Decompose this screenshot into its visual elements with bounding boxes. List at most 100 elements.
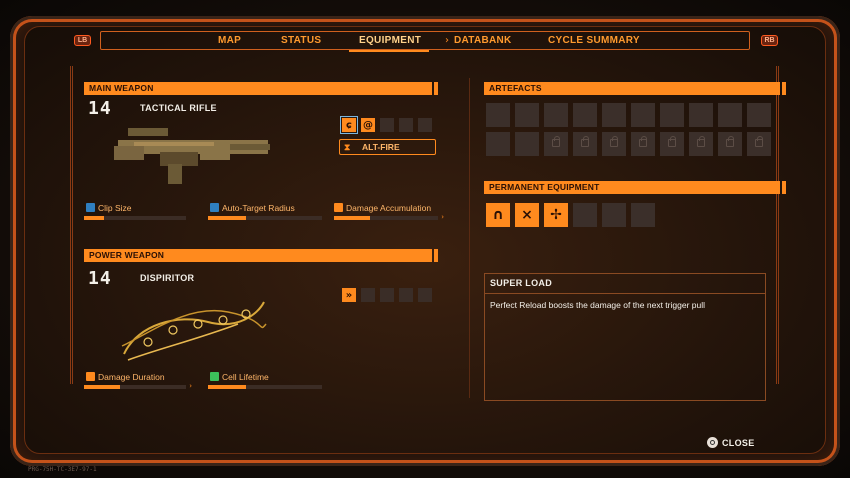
lock-icon (755, 136, 763, 147)
column-divider (469, 78, 470, 398)
auto-target-radius-bar (208, 216, 322, 220)
perm-slot-5[interactable] (602, 203, 626, 227)
lock-icon (610, 136, 618, 147)
lock-icon (552, 136, 560, 147)
artefact-slot[interactable] (486, 103, 510, 127)
close-button[interactable]: CLOSE (707, 437, 755, 448)
top-nav-bar (100, 31, 750, 50)
power-weapon-header: POWER WEAPON (84, 249, 438, 262)
artefact-slot[interactable] (486, 132, 510, 156)
artefact-slot[interactable] (631, 103, 655, 127)
main-mod-slot-3[interactable] (380, 118, 394, 132)
item-description: Perfect Reload boosts the damage of the … (490, 300, 705, 310)
left-rail (70, 66, 73, 384)
perm-slot-6[interactable] (631, 203, 655, 227)
power-mod-slot-1[interactable]: » (342, 288, 356, 302)
power-mod-slot-3[interactable] (380, 288, 394, 302)
footer-code: PRG-75H-TC-3E7-97-1 (28, 466, 97, 473)
trait-label: Cell Lifetime (222, 372, 269, 382)
main-mod-slot-4[interactable] (399, 118, 413, 132)
plus-icon (210, 372, 219, 381)
artefact-slot[interactable] (660, 103, 684, 127)
trait-label: Auto-Target Radius (222, 203, 295, 213)
permanent-equipment-header: PERMANENT EQUIPMENT (484, 181, 786, 194)
right-rail (776, 66, 779, 384)
artefact-slot[interactable] (718, 103, 742, 127)
artefact-slot[interactable] (573, 132, 597, 156)
main-mod-slot-5[interactable] (418, 118, 432, 132)
divider (485, 293, 765, 294)
perm-slot-2[interactable]: ⨯ (515, 203, 539, 227)
trait-cell-lifetime: Cell Lifetime (210, 372, 269, 382)
target-icon (210, 203, 219, 212)
perm-slot-4[interactable] (573, 203, 597, 227)
artefact-slot[interactable] (602, 103, 626, 127)
close-label: CLOSE (722, 438, 755, 448)
tab-map[interactable]: MAP (218, 35, 241, 46)
dispiritor-image (121, 301, 267, 361)
clip-size-bar (84, 216, 186, 220)
power-weapon-level: 14 (88, 268, 112, 289)
main-mod-slot-2[interactable]: @ (361, 118, 375, 132)
tactical-rifle-image (114, 128, 270, 184)
trait-label: Damage Duration (98, 372, 165, 382)
lock-icon (581, 136, 589, 147)
trait-damage-duration: Damage Duration (86, 372, 165, 382)
main-weapon-level: 14 (88, 98, 112, 119)
cell-lifetime-bar (208, 385, 322, 389)
artefact-slot[interactable] (718, 132, 742, 156)
artefact-slot[interactable] (631, 132, 655, 156)
reload-mod-icon: ɕ (346, 119, 352, 131)
artefact-slot[interactable] (689, 132, 713, 156)
artefact-slot[interactable] (573, 103, 597, 127)
main-weapon-header: MAIN WEAPON (84, 82, 438, 95)
star-burst-icon: ✢ (550, 207, 562, 223)
spiral-mod-icon: @ (363, 119, 373, 131)
crossed-arrows-icon: ⨯ (521, 207, 533, 223)
damage-accumulation-bar: › (334, 213, 444, 221)
artefact-slot[interactable] (544, 132, 568, 156)
b-button-icon (707, 437, 718, 448)
power-weapon-name: DISPIRITOR (140, 273, 195, 283)
artefact-slot[interactable] (544, 103, 568, 127)
tab-databank[interactable]: DATABANK (454, 35, 512, 46)
arrow-right-icon: › (441, 213, 444, 221)
alt-fire-badge[interactable]: ⧗ ALT-FIRE (339, 139, 436, 155)
artefact-slot[interactable] (689, 103, 713, 127)
arch-icon: ∩ (492, 207, 504, 223)
item-title: SUPER LOAD (490, 278, 553, 288)
trait-label: Damage Accumulation (346, 203, 432, 213)
artefacts-header: ARTEFACTS (484, 82, 786, 95)
alt-fire-label: ALT-FIRE (362, 142, 400, 152)
lock-icon (668, 136, 676, 147)
tab-cycle-summary[interactable]: CYCLE SUMMARY (548, 35, 640, 46)
artefact-slot[interactable] (602, 132, 626, 156)
artefact-slot[interactable] (660, 132, 684, 156)
tab-status[interactable]: STATUS (281, 35, 321, 46)
main-mod-slot-1[interactable]: ɕ (340, 116, 358, 134)
artefact-slot[interactable] (747, 132, 771, 156)
item-description-panel: SUPER LOAD Perfect Reload boosts the dam… (484, 273, 766, 401)
artefact-slot[interactable] (515, 132, 539, 156)
lb-bumper-icon[interactable]: LB (74, 35, 91, 46)
artefact-slot[interactable] (747, 103, 771, 127)
trait-auto-target-radius: Auto-Target Radius (210, 203, 295, 213)
trait-clip-size: Clip Size (86, 203, 132, 213)
power-mod-slot-2[interactable] (361, 288, 375, 302)
alt-fire-icon: ⧗ (344, 142, 351, 152)
perm-slot-1[interactable]: ∩ (486, 203, 510, 227)
perm-slot-3[interactable]: ✢ (544, 203, 568, 227)
artefact-slot[interactable] (515, 103, 539, 127)
power-mod-slot-5[interactable] (418, 288, 432, 302)
lock-icon (697, 136, 705, 147)
rb-bumper-icon[interactable]: RB (761, 35, 778, 46)
lock-icon (639, 136, 647, 147)
tab-equipment[interactable]: EQUIPMENT (348, 35, 430, 52)
crosshair-icon (86, 203, 95, 212)
lock-icon (726, 136, 734, 147)
double-chevron-mod-icon: » (345, 289, 353, 301)
damage-duration-bar: › (84, 382, 192, 390)
main-weapon-name: TACTICAL RIFLE (140, 103, 217, 113)
arrow-right-icon: › (189, 382, 192, 390)
power-mod-slot-4[interactable] (399, 288, 413, 302)
